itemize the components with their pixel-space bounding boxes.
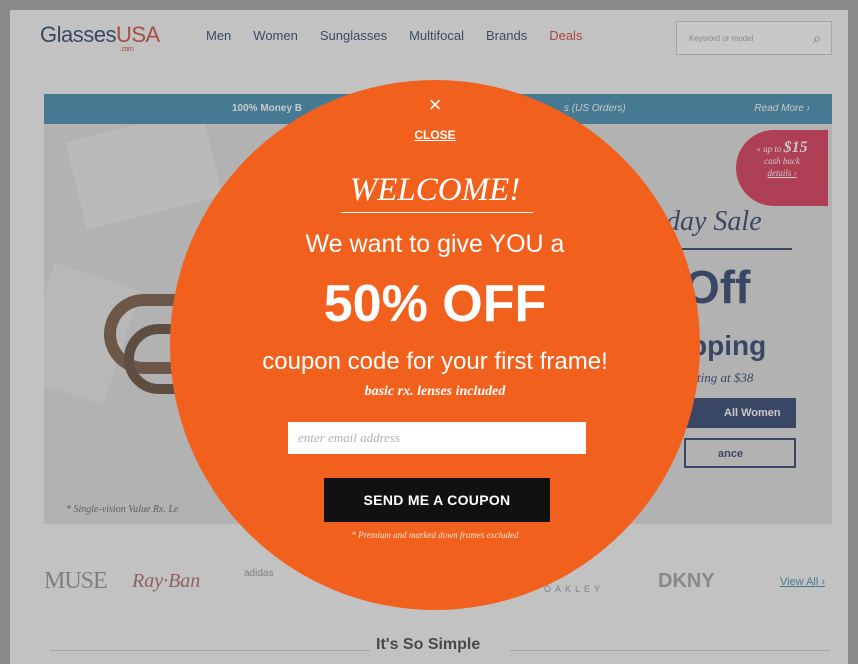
coupon-modal: × CLOSE WELCOME! We want to give YOU a 5… bbox=[170, 80, 700, 610]
welcome-heading: WELCOME! bbox=[349, 172, 521, 208]
discount-text: 50% OFF bbox=[323, 275, 547, 333]
close-button[interactable]: CLOSE bbox=[170, 128, 700, 142]
email-input[interactable] bbox=[288, 422, 586, 454]
send-coupon-button[interactable]: SEND ME A COUPON bbox=[324, 478, 550, 522]
offer-note-text: basic rx. lenses included bbox=[364, 384, 506, 399]
close-icon[interactable]: × bbox=[170, 94, 700, 116]
offer-intro-text: We want to give YOU a bbox=[305, 230, 565, 258]
offer-description-text: coupon code for your first frame! bbox=[262, 348, 608, 375]
divider bbox=[341, 212, 533, 213]
offer-disclaimer: * Premium and marked down frames exclude… bbox=[351, 530, 519, 540]
